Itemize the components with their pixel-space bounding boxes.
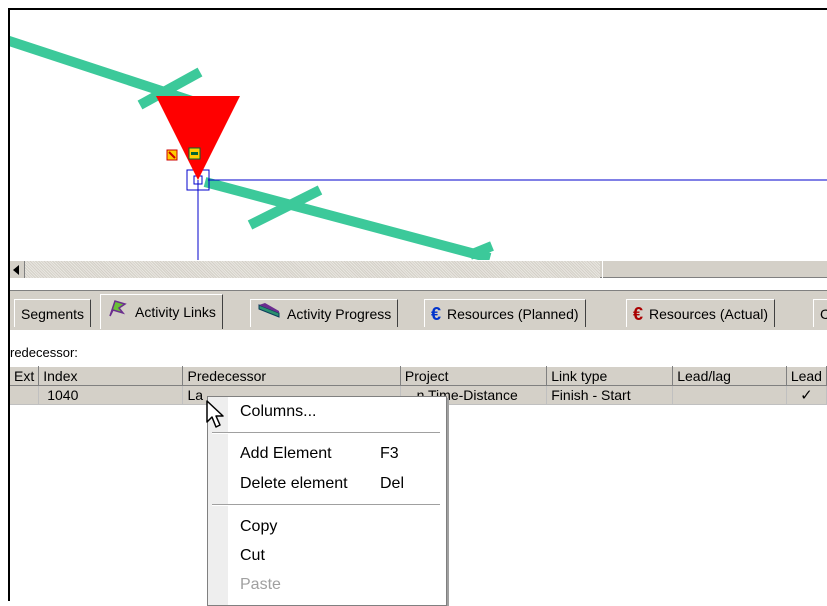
euro-icon: € (431, 303, 442, 324)
cell-index[interactable]: 1040 (38, 385, 184, 405)
scroll-track[interactable] (25, 261, 600, 278)
menu-item-label: Delete element (240, 475, 348, 492)
tab-activity-links[interactable]: Activity Links (100, 294, 223, 329)
scroll-thumb[interactable] (602, 261, 827, 278)
column-header[interactable]: Project (400, 366, 548, 386)
milestone-triangle (156, 96, 240, 180)
menu-item-shortcut: F3 (380, 445, 399, 462)
cell-ext[interactable] (10, 385, 40, 405)
column-header[interactable]: Lead (786, 366, 827, 386)
tab-label: Activity Progress (287, 305, 392, 322)
tab-label: Segments (21, 305, 85, 322)
tab-activity-progress[interactable]: Activity Progress (250, 299, 399, 327)
canvas-drawing (10, 36, 827, 260)
column-header[interactable]: Lead/lag (672, 366, 787, 386)
tab-label: Activity Links (135, 304, 216, 320)
tab-segments[interactable]: Segments (14, 299, 92, 327)
menu-item-label: Add Element (240, 445, 332, 462)
panel-label: redecessor: (10, 344, 827, 362)
tab-label: C (820, 301, 827, 327)
context-menu: Columns... Add Element F3 Delete element… (207, 396, 447, 606)
menu-item-columns[interactable]: Columns... (240, 401, 316, 423)
time-distance-canvas[interactable] (10, 10, 827, 260)
cell-lead-lag[interactable] (672, 385, 787, 405)
menu-item-cut[interactable]: Cut (240, 545, 265, 567)
column-header[interactable]: Predecessor (182, 366, 401, 386)
column-header[interactable]: Index (38, 366, 184, 386)
progress-icon (257, 301, 281, 327)
menu-item-label: Copy (240, 518, 278, 535)
tab-bar: Segments Activity Links Activity Progres… (10, 290, 827, 330)
menu-item-delete-element[interactable]: Delete element Del (240, 473, 404, 495)
column-header[interactable]: Ext (10, 366, 40, 386)
tab-resources-planned[interactable]: € Resources (Planned) (424, 299, 586, 327)
menu-item-paste[interactable]: Paste (240, 574, 281, 596)
splitter[interactable] (10, 278, 827, 290)
mouse-pointer-icon (206, 400, 228, 435)
menu-separator (212, 432, 440, 434)
tab-clipped[interactable]: C (813, 299, 827, 327)
menu-item-add-element[interactable]: Add Element F3 (240, 443, 399, 465)
cell-link-type[interactable]: Finish - Start (546, 385, 674, 405)
tab-label: Resources (Actual) (649, 305, 769, 322)
activity-bar-lower (203, 177, 492, 260)
menu-item-label: Paste (240, 576, 281, 593)
menu-item-label: Columns... (240, 403, 317, 420)
flag-link-icon (107, 298, 129, 326)
horizontal-scrollbar[interactable] (10, 260, 827, 278)
menu-item-label: Cut (240, 547, 265, 564)
menu-item-shortcut: Del (380, 475, 405, 492)
column-header[interactable]: Link type (546, 366, 674, 386)
tab-label: Resources (Planned) (447, 305, 579, 322)
tab-resources-actual[interactable]: € Resources (Actual) (626, 299, 776, 327)
menu-item-copy[interactable]: Copy (240, 516, 277, 538)
scroll-left-icon[interactable] (10, 261, 25, 278)
cell-lead-check[interactable]: ✓ (786, 385, 827, 405)
menu-separator (212, 504, 440, 506)
euro-icon: € (633, 303, 644, 324)
